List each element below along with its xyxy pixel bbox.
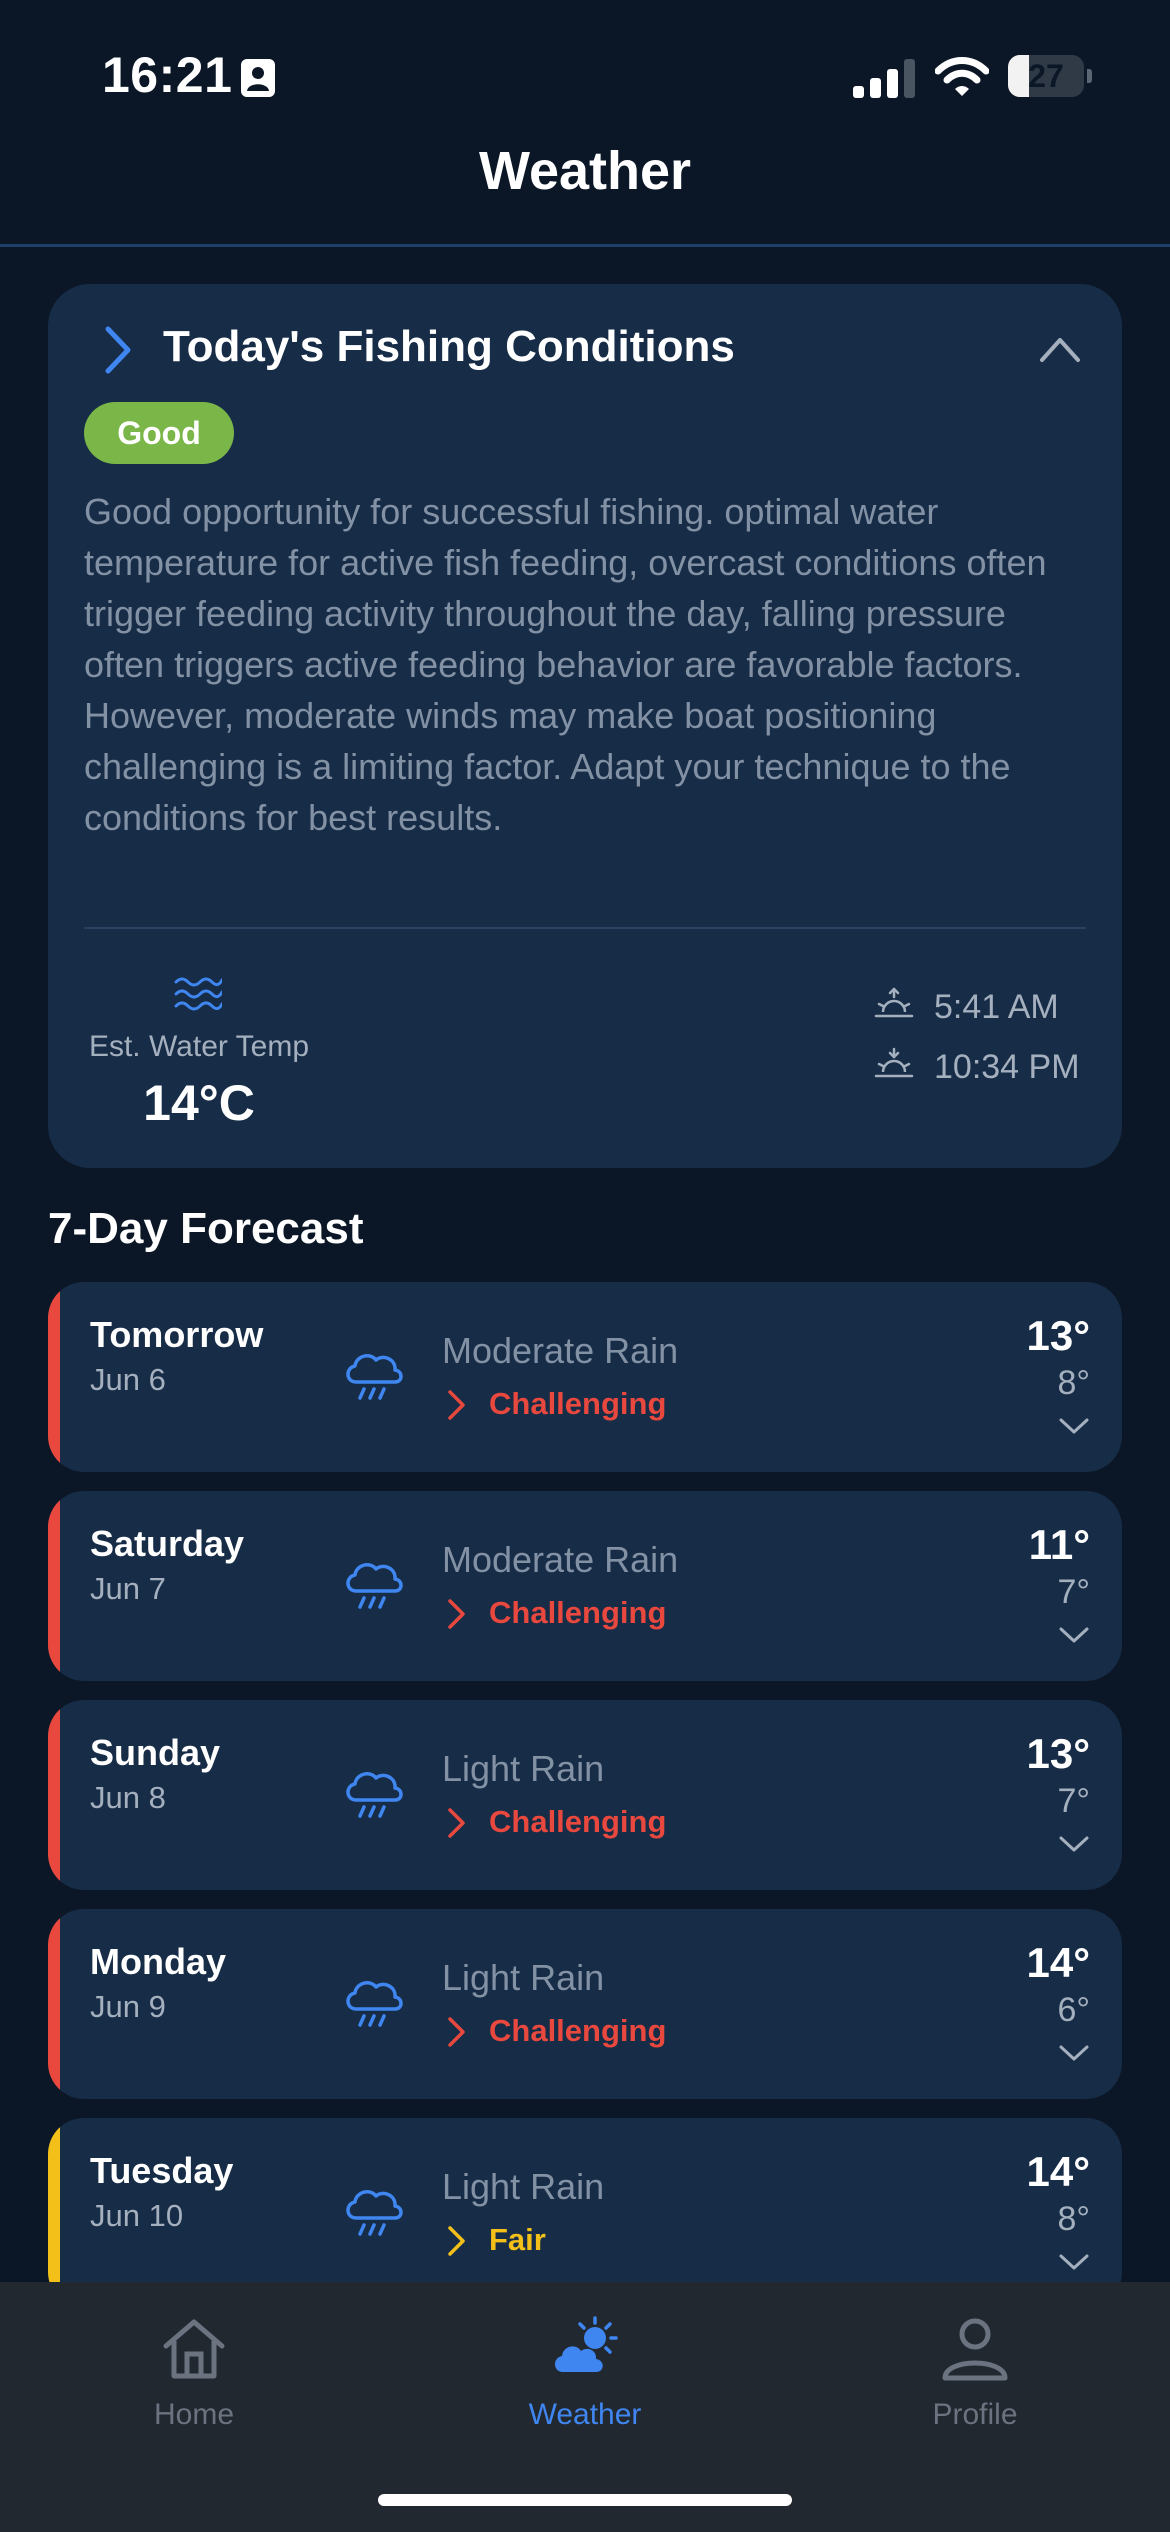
contact-card-icon: [241, 59, 275, 97]
chevron-down-icon[interactable]: [1058, 2252, 1090, 2272]
home-indicator: [378, 2494, 792, 2506]
battery-indicator: 27: [1008, 55, 1092, 97]
chevron-right-icon: [448, 1808, 465, 1838]
rain-cloud-icon: [346, 1981, 403, 2027]
chevron-down-icon[interactable]: [1058, 1834, 1090, 1854]
rating-stripe: [48, 1700, 60, 1890]
chevron-right-icon: [448, 1599, 465, 1629]
chevron-right-icon: [448, 2226, 465, 2256]
weather-condition: Moderate Rain: [442, 1539, 679, 1580]
chevron-up-icon[interactable]: [1038, 334, 1082, 364]
partly-cloudy-icon: [554, 2316, 618, 2372]
low-temp: 7°: [1057, 1782, 1090, 1820]
tab-weather[interactable]: Weather: [435, 2302, 735, 2442]
day-name: Saturday: [90, 1523, 245, 1564]
high-temp: 11°: [1028, 1521, 1090, 1568]
rating-stripe: [48, 1491, 60, 1681]
chevron-down-icon[interactable]: [1058, 1416, 1090, 1436]
wifi-icon: [935, 57, 989, 96]
water-temp-label: Est. Water Temp: [88, 1030, 310, 1063]
water-waves-icon: [174, 977, 222, 1011]
chevron-down-icon[interactable]: [1058, 1625, 1090, 1645]
conditions-rating-badge: Good: [84, 402, 234, 464]
rating-stripe: [48, 1909, 60, 2099]
day-date: Jun 7: [90, 1571, 166, 1606]
rain-cloud-icon: [346, 1563, 403, 1609]
conditions-title: Today's Fishing Conditions: [163, 322, 735, 371]
weather-condition: Light Rain: [442, 1957, 605, 1998]
low-temp: 7°: [1057, 1573, 1090, 1611]
day-date: Jun 6: [90, 1362, 166, 1397]
day-name: Sunday: [90, 1732, 221, 1773]
high-temp: 13°: [1026, 1730, 1090, 1777]
fishing-conditions-card[interactable]: Today's Fishing Conditions Good Good opp…: [48, 284, 1122, 1168]
forecast-heading: 7-Day Forecast: [48, 1204, 364, 1253]
weather-condition: Moderate Rain: [442, 1330, 679, 1371]
weather-condition: Light Rain: [442, 1748, 605, 1789]
day-name: Monday: [90, 1941, 227, 1982]
day-name: Tuesday: [90, 2150, 234, 2191]
sunset-icon: [874, 1047, 914, 1078]
tab-profile[interactable]: Profile: [825, 2302, 1125, 2442]
cellular-signal-icon: [853, 59, 915, 98]
card-divider: [84, 927, 1086, 929]
chevron-right-icon: [105, 326, 131, 374]
high-temp: 14°: [1026, 1939, 1090, 1986]
tab-weather-label: Weather: [528, 2398, 642, 2431]
low-temp: 8°: [1057, 1364, 1090, 1402]
chevron-down-icon[interactable]: [1058, 2043, 1090, 2063]
day-date: Jun 9: [90, 1989, 166, 2024]
water-temp-value: 14°C: [143, 1075, 255, 1131]
weather-condition: Light Rain: [442, 2166, 605, 2207]
low-temp: 6°: [1057, 1991, 1090, 2029]
sunrise-icon: [874, 987, 914, 1018]
sunrise-time: 5:41 AM: [934, 988, 1059, 1026]
page-title: Weather: [478, 141, 692, 201]
home-icon: [163, 2319, 225, 2379]
status-bar: 16:21 27: [0, 0, 1170, 150]
day-date: Jun 8: [90, 1780, 166, 1815]
fishing-rating: Challenging: [489, 1595, 667, 1630]
rain-cloud-icon: [346, 2190, 403, 2236]
chevron-right-icon: [448, 2017, 465, 2047]
high-temp: 14°: [1026, 2148, 1090, 2195]
forecast-day-card[interactable]: Tuesday Jun 10 Light Rain Fair 14° 8°: [48, 2118, 1122, 2308]
rating-stripe: [48, 1282, 60, 1472]
high-temp: 13°: [1026, 1312, 1090, 1359]
day-date: Jun 10: [90, 2198, 184, 2233]
battery-icon: 27: [1008, 55, 1084, 97]
tab-profile-label: Profile: [932, 2398, 1018, 2431]
header-divider: [0, 244, 1170, 247]
rain-cloud-icon: [346, 1354, 403, 1400]
fishing-rating: Challenging: [489, 2013, 667, 2048]
forecast-day-card[interactable]: Sunday Jun 8 Light Rain Challenging 13° 7°: [48, 1700, 1122, 1890]
fishing-rating: Challenging: [489, 1804, 667, 1839]
forecast-day-card[interactable]: Saturday Jun 7 Moderate Rain Challenging 11°…: [48, 1491, 1122, 1681]
rain-cloud-icon: [346, 1772, 403, 1818]
tab-home[interactable]: Home: [44, 2302, 344, 2442]
fishing-rating: Challenging: [489, 1386, 667, 1421]
low-temp: 8°: [1057, 2200, 1090, 2238]
battery-percent: 27: [1028, 58, 1064, 94]
fishing-rating: Fair: [489, 2222, 546, 2257]
chevron-right-icon: [448, 1390, 465, 1420]
profile-icon: [942, 2318, 1008, 2381]
forecast-day-card[interactable]: Monday Jun 9 Light Rain Challenging 14° 6°: [48, 1909, 1122, 2099]
sunset-time: 10:34 PM: [934, 1048, 1080, 1086]
conditions-description: Good opportunity for successful fishing.…: [84, 491, 1047, 838]
status-time: 16:21: [102, 47, 233, 103]
forecast-day-card[interactable]: Tomorrow Jun 6 Moderate Rain Challenging 13°…: [48, 1282, 1122, 1472]
day-name: Tomorrow: [90, 1314, 264, 1355]
tab-home-label: Home: [153, 2398, 235, 2431]
battery-cap: [1087, 69, 1092, 83]
rating-stripe: [48, 2118, 60, 2308]
